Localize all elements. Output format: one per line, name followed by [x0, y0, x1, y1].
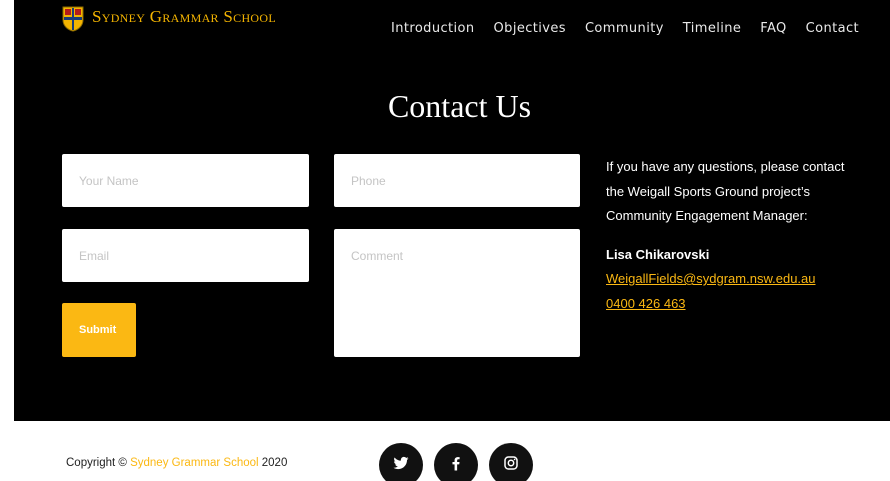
site-name: Sydney Grammar School	[92, 7, 276, 26]
phone-field[interactable]	[334, 154, 580, 207]
facebook-icon	[447, 454, 465, 477]
nav-timeline[interactable]: Timeline	[683, 21, 741, 36]
comment-field[interactable]	[334, 229, 580, 357]
twitter-icon	[392, 454, 410, 477]
copyright-year: 2020	[258, 457, 288, 469]
site-logo[interactable]: Sydney Grammar School	[62, 6, 276, 32]
instagram-icon	[502, 454, 520, 477]
page-title: Contact Us	[387, 88, 532, 124]
instagram-link[interactable]	[489, 443, 533, 481]
nav-contact[interactable]: Contact	[806, 21, 859, 36]
contact-phone-link[interactable]: 0400 426 463	[606, 292, 846, 317]
submit-button[interactable]: Submit	[62, 303, 136, 357]
main-nav: Introduction Objectives Community Timeli…	[391, 21, 859, 36]
facebook-link[interactable]	[434, 443, 478, 481]
nav-objectives[interactable]: Objectives	[494, 21, 566, 36]
contact-email-link[interactable]: WeigallFields@sydgram.nsw.edu.au	[606, 267, 846, 292]
copyright-school-link[interactable]: Sydney Grammar School	[130, 457, 258, 469]
nav-faq[interactable]: FAQ	[760, 21, 786, 36]
social-links	[379, 443, 533, 481]
nav-community[interactable]: Community	[585, 21, 664, 36]
copyright-text: Copyright © Sydney Grammar School 2020	[66, 457, 287, 469]
copyright-prefix: Copyright ©	[66, 457, 131, 469]
twitter-link[interactable]	[379, 443, 423, 481]
name-field[interactable]	[62, 154, 309, 207]
school-crest-icon	[62, 6, 84, 32]
contact-info-text: If you have any questions, please contac…	[606, 159, 845, 223]
contact-info: If you have any questions, please contac…	[606, 155, 846, 316]
nav-introduction[interactable]: Introduction	[391, 21, 475, 36]
contact-person-name: Lisa Chikarovski	[606, 246, 710, 262]
email-field[interactable]	[62, 229, 309, 282]
